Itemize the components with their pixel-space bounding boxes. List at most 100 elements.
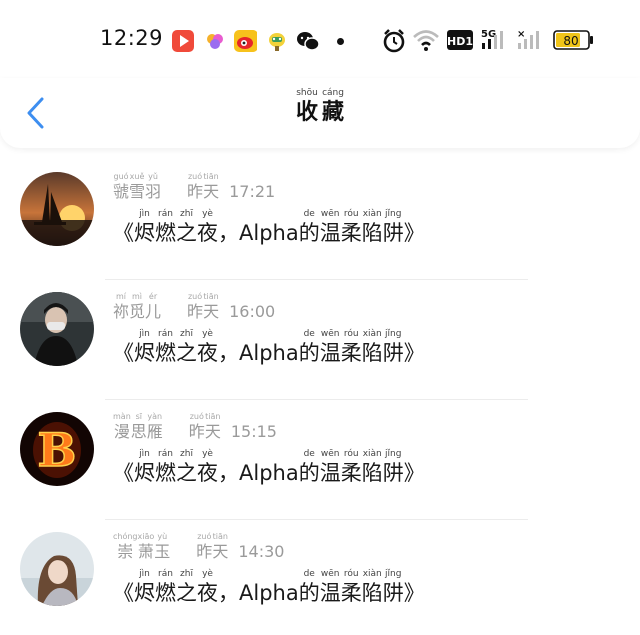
ruby-char: zuó 昨 [187,172,203,202]
pinyin: màn [113,412,131,421]
pinyin: zhī [180,449,193,459]
book-title[interactable]: 《 jìn 烬 rán 燃 zhī 之 yè 夜 ， Alpha de 的 wēn 温 róu 柔 xiàn 陷… [113,329,425,366]
pinyin: jìn [139,329,150,339]
ruby-char: rán 燃 [155,449,176,486]
pinyin: wēn [320,569,340,579]
hanzi: 温 [319,581,341,605]
item-meta: mí 祢 mì 觅 ér 儿 zuó 昨 tiān 天 16:00 [113,292,275,322]
pinyin: sī [135,412,142,421]
hanzi: 温 [319,461,341,485]
wifi-icon [412,28,440,56]
hanzi: 烬 [134,341,155,365]
ruby-char: róu 柔 [341,569,362,606]
list-item[interactable]: chóng 崇 xiāo 萧 yù 玉 zuó 昨 tiān 天 14:30 《 jìn 烬 rán 燃… [0,520,640,635]
ruby-char: tiān 天 [203,172,219,202]
punctuation: 》 [403,581,425,605]
ruby-char: jǐng 阱 [383,209,404,246]
hanzi: 夜 [197,221,218,245]
punctuation: ， [218,461,239,485]
user-name[interactable]: mí 祢 mì 觅 ér 儿 [113,292,161,322]
ruby-char: cáng 藏 [322,88,344,125]
ruby-char: yù 玉 [154,532,170,562]
pinyin: rán [158,449,173,459]
hanzi: 燃 [155,581,176,605]
hanzi: 之 [176,341,197,365]
pinyin: wēn [320,209,340,219]
battery-level: 80 [563,34,578,48]
hanzi: 觅 [129,302,146,321]
pinyin: mí [116,292,127,301]
ruby-char: zhī 之 [176,449,197,486]
signal-label: 5G [481,29,496,40]
user-name[interactable]: màn 漫 sī 思 yàn 雁 [113,412,163,442]
hanzi: 阱 [382,221,404,245]
hanzi: 陷 [361,221,383,245]
ruby-char: zuó 昨 [187,292,203,322]
hanzi: 天 [204,422,221,441]
punctuation: 》 [403,221,425,245]
pinyin: róu [343,329,359,339]
user-name[interactable]: guó 虢 xuě 雪 yǔ 羽 [113,172,161,202]
hanzi: 阱 [382,341,404,365]
hanzi: 烬 [134,461,155,485]
hanzi: 柔 [340,221,362,245]
pinyin: de [303,569,315,579]
hd-icon: HD1 [447,30,473,54]
ruby-char: jìn 烬 [134,449,155,486]
fire-letter-b-avatar[interactable]: B [20,412,94,486]
ruby-char: xiàn 陷 [362,209,383,246]
svg-text:B: B [38,423,77,477]
punctuation: 》 [403,461,425,485]
book-title[interactable]: 《 jìn 烬 rán 燃 zhī 之 yè 夜 ， Alpha de 的 wēn 温 róu 柔 xiàn 陷… [113,449,425,486]
ruby-char: zhī 之 [176,209,197,246]
pinyin: chóng [113,532,138,541]
ruby-char: yè 夜 [197,209,218,246]
hanzi: 夜 [197,461,218,485]
pinyin: zuó [189,412,204,421]
pinyin: xiàn [362,209,382,219]
hanzi: 雁 [146,422,163,441]
user-name[interactable]: chóng 崇 xiāo 萧 yù 玉 [113,532,170,562]
pinyin: jǐng [385,329,402,339]
pinyin: zhī [180,569,193,579]
ruby-char: wēn 温 [320,449,341,486]
ruby-char: guó 虢 [113,172,129,202]
pinyin: róu [343,569,359,579]
hanzi: 陷 [361,581,383,605]
pinyin: shōu [296,88,318,98]
flower-app-icon [203,29,227,53]
sunset-sailboat-avatar[interactable] [20,172,94,246]
ruby-char: de 的 [299,209,320,246]
day-label: zuó 昨 tiān 天 [196,532,228,562]
pinyin: xiāo [137,532,155,541]
hanzi: 天 [203,302,220,321]
time-label: 16:00 [229,302,276,321]
hanzi: 温 [319,221,341,245]
girl-portrait-avatar[interactable] [20,532,94,606]
pinyin: zuó [187,172,203,181]
bird-app-icon [265,29,289,53]
hanzi: 虢 [113,182,130,201]
pinyin: tiān [203,292,219,301]
ruby-char: xiàn 陷 [362,449,383,486]
pinyin: guó [113,172,129,181]
pinyin: zhī [180,329,193,339]
list-item[interactable]: guó 虢 xuě 雪 yǔ 羽 zuó 昨 tiān 天 17:21 《 jìn 烬 rán 燃 zhī… [0,160,640,280]
ruby-char: xuě 雪 [129,172,145,202]
masked-person-avatar[interactable] [20,292,94,366]
hanzi: 夜 [197,341,218,365]
punctuation: 《 [113,341,134,365]
pinyin: yù [157,532,168,541]
hanzi: 收 [295,99,318,125]
list-item[interactable]: B màn 漫 sī 思 yàn 雁 zuó 昨 tiān 天 15:15 《 jìn 烬 rán 燃 z… [0,400,640,520]
book-title[interactable]: 《 jìn 烬 rán 燃 zhī 之 yè 夜 ， Alpha de 的 wēn 温 róu 柔 xiàn 陷… [113,569,425,606]
hanzi: 陷 [361,461,383,485]
hanzi: 崇 [117,542,134,561]
pinyin: rán [158,209,173,219]
hanzi: 燃 [155,341,176,365]
list-item[interactable]: mí 祢 mì 觅 ér 儿 zuó 昨 tiān 天 16:00 《 jìn 烬 rán 燃 zhī 之 y… [0,280,640,400]
item-meta: guó 虢 xuě 雪 yǔ 羽 zuó 昨 tiān 天 17:21 [113,172,275,202]
punctuation: 》 [403,341,425,365]
pinyin: yè [202,449,213,459]
book-title[interactable]: 《 jìn 烬 rán 燃 zhī 之 yè 夜 ， Alpha de 的 wēn 温 róu 柔 xiàn 陷… [113,209,425,246]
